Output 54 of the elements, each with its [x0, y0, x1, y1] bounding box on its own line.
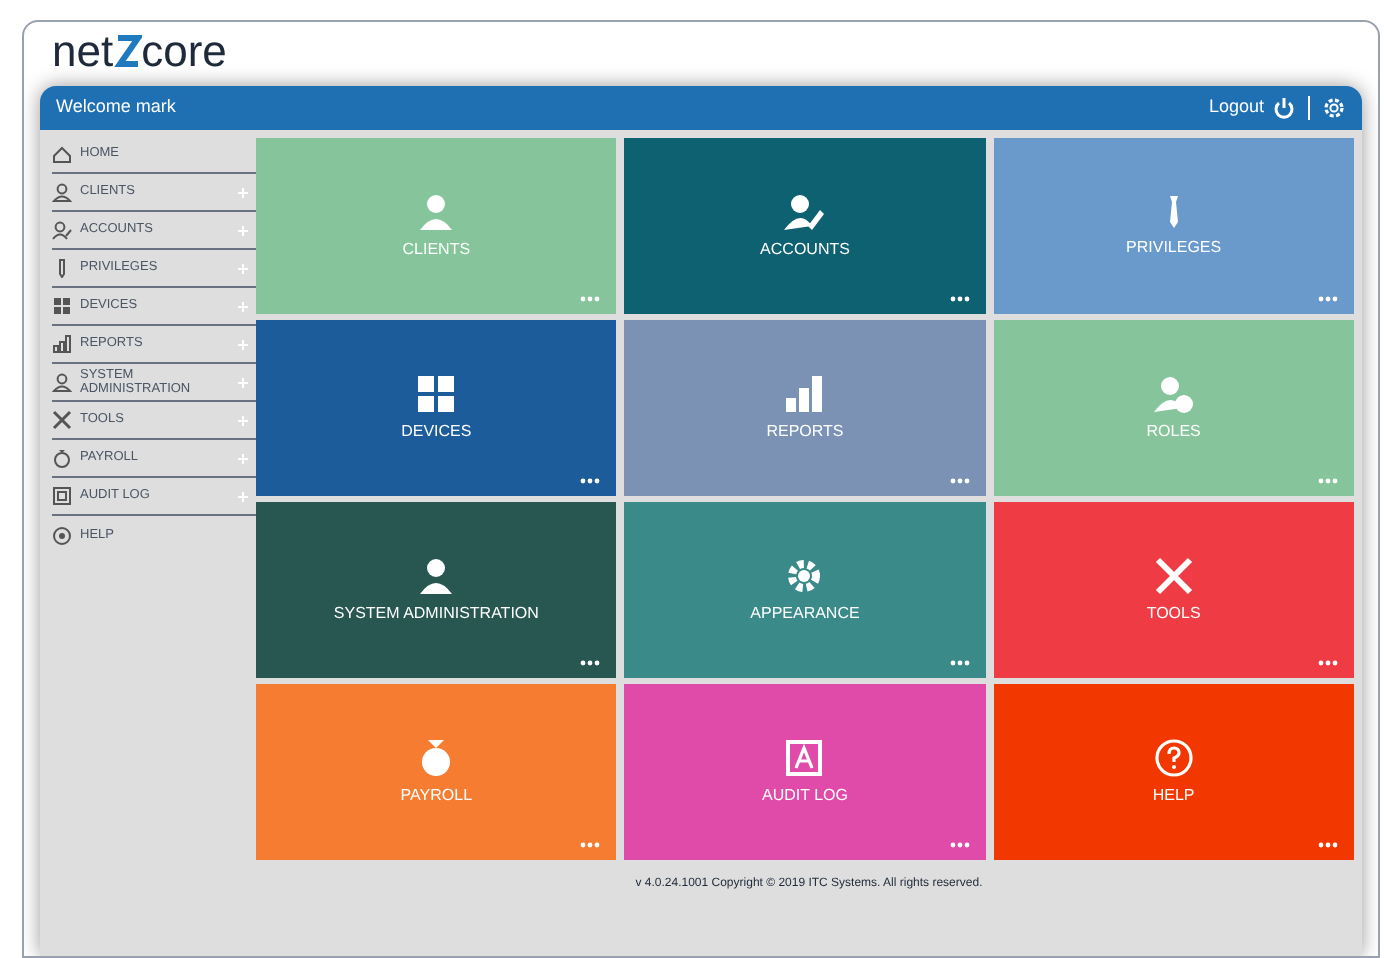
power-icon[interactable] — [1272, 96, 1296, 120]
tile-icon — [784, 737, 825, 777]
logo-text: core — [141, 30, 227, 74]
sidebar-icon — [52, 182, 72, 202]
sidebar-icon — [52, 410, 72, 430]
menu-tile[interactable]: DEVICES — [256, 320, 617, 496]
logo-icon — [113, 34, 142, 70]
tile-label: DEVICES — [401, 419, 472, 443]
tile-icon — [416, 555, 457, 595]
tile-icon — [416, 191, 457, 231]
sidebar-icon — [52, 220, 72, 240]
more-icon[interactable] — [580, 478, 601, 484]
tile-icon — [1153, 555, 1194, 595]
tile-icon — [1153, 373, 1194, 413]
welcome-text: Welcome mark — [56, 94, 176, 121]
tile-label: ACCOUNTS — [760, 237, 850, 261]
more-icon[interactable] — [1317, 842, 1338, 848]
sidebar-icon — [52, 372, 72, 392]
more-icon[interactable] — [1317, 660, 1338, 666]
tile-icon — [784, 555, 825, 595]
tile-icon — [1153, 737, 1194, 777]
logo-text: net — [52, 30, 114, 74]
more-icon[interactable] — [949, 660, 970, 666]
tile-label: HELP — [1152, 783, 1195, 807]
logout-link[interactable]: Logout — [1208, 94, 1264, 122]
menu-tile[interactable]: PRIVILEGES — [993, 138, 1354, 314]
menu-tile[interactable]: SYSTEM ADMINISTRATION — [256, 502, 617, 678]
menu-tile[interactable]: REPORTS — [624, 320, 986, 496]
more-icon[interactable] — [949, 296, 970, 302]
menu-tile[interactable]: APPEARANCE — [624, 502, 986, 678]
sidebar-icon — [52, 448, 72, 468]
settings-icon[interactable] — [1322, 96, 1346, 120]
tile-label: ROLES — [1146, 419, 1201, 443]
tile-icon — [416, 373, 457, 413]
menu-tile[interactable]: TOOLS — [993, 502, 1354, 678]
more-icon[interactable] — [580, 660, 601, 666]
tile-label: APPEARANCE — [750, 601, 860, 625]
sidebar-icon — [52, 296, 72, 316]
tile-label: SYSTEM ADMINISTRATION — [333, 601, 539, 625]
more-icon[interactable] — [949, 842, 970, 848]
tile-label: REPORTS — [766, 419, 844, 443]
tile-label: AUDIT LOG — [762, 783, 848, 807]
tile-label: PAYROLL — [400, 783, 473, 807]
tile-icon — [784, 191, 825, 231]
tile-label: CLIENTS — [402, 237, 471, 261]
sidebar-icon — [52, 144, 72, 164]
tile-icon — [784, 373, 825, 413]
menu-tile[interactable]: AUDIT LOG — [624, 684, 986, 860]
menu-tile[interactable]: HELP — [993, 684, 1354, 860]
tile-icon — [1165, 193, 1182, 229]
tile-label: PRIVILEGES — [1126, 235, 1222, 259]
tile-label: TOOLS — [1146, 601, 1201, 625]
menu-tile[interactable]: ACCOUNTS — [624, 138, 986, 314]
sidebar-icon — [52, 334, 72, 354]
